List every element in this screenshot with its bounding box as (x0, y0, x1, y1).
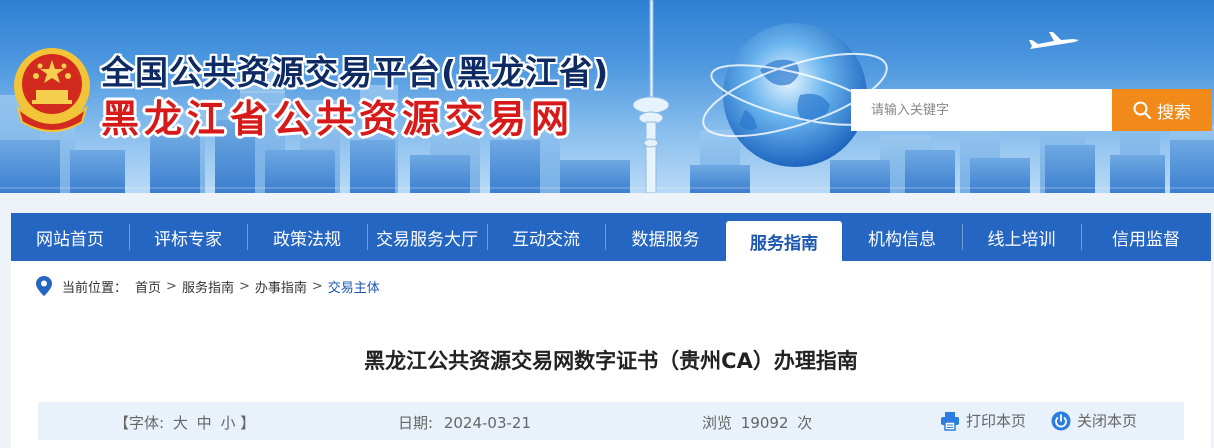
nav-item-interaction[interactable]: 互动交流 (487, 213, 605, 261)
views-value: 19092 (740, 414, 789, 432)
publish-date: 日期: 2024-03-21 (398, 412, 531, 433)
printer-icon (941, 411, 959, 431)
search-icon (1133, 101, 1151, 119)
breadcrumb-home[interactable]: 首页 (135, 277, 161, 296)
main-nav: 网站首页 评标专家 政策法规 交易服务大厅 互动交流 数据服务 服务指南 机构信… (11, 213, 1211, 261)
search-button-label: 搜索 (1157, 102, 1191, 123)
font-large-button[interactable]: 大 (173, 414, 188, 432)
breadcrumb-label: 当前位置： (62, 280, 128, 296)
breadcrumb-separator: > (238, 278, 250, 294)
header-banner: 全国公共资源交易平台(黑龙江省) 黑龙江省公共资源交易网 搜索 (0, 0, 1214, 193)
font-size-label: 【字体: (114, 414, 165, 432)
views-label: 浏览 (702, 414, 733, 432)
print-label: 打印本页 (966, 412, 1027, 430)
nav-item-service-guide[interactable]: 服务指南 (726, 221, 842, 261)
nav-item-credit-supervision[interactable]: 信用监督 (1081, 213, 1211, 261)
national-emblem-icon (14, 48, 90, 132)
font-size-end: 】 (240, 414, 256, 432)
view-count: 浏览 19092 次 (702, 412, 812, 433)
breadcrumb-service-guide[interactable]: 服务指南 (182, 277, 234, 296)
site-title: 黑龙江省公共资源交易网 (101, 97, 575, 141)
location-pin-icon (36, 276, 52, 296)
search-input[interactable] (851, 89, 1112, 131)
breadcrumb-separator: > (311, 278, 323, 294)
breadcrumb-current[interactable]: 交易主体 (328, 277, 380, 296)
nav-item-experts[interactable]: 评标专家 (129, 213, 247, 261)
platform-title: 全国公共资源交易平台(黑龙江省) (101, 53, 610, 92)
nav-item-data-service[interactable]: 数据服务 (605, 213, 726, 261)
article-info-bar: 【字体: 大 中 小 】 日期: 2024-03-21 浏览 19092 次 打… (38, 402, 1184, 440)
nav-item-policies[interactable]: 政策法规 (247, 213, 367, 261)
date-value: 2024-03-21 (443, 414, 532, 432)
close-page-label: 关闭本页 (1077, 412, 1138, 430)
close-page-button[interactable]: 关闭本页 (1051, 410, 1137, 431)
nav-item-service-hall[interactable]: 交易服务大厅 (367, 213, 487, 261)
date-label: 日期: (398, 414, 434, 432)
nav-item-institutions[interactable]: 机构信息 (842, 213, 962, 261)
views-unit: 次 (797, 414, 813, 432)
breadcrumb-separator: > (166, 278, 177, 294)
power-icon (1051, 411, 1071, 430)
breadcrumb: 当前位置： 首页 > 服务指南 > 办事指南 > 交易主体 (36, 276, 380, 296)
font-size-controls: 【字体: 大 中 小 】 (114, 412, 255, 433)
nav-item-online-training[interactable]: 线上培训 (962, 213, 1081, 261)
print-button[interactable]: 打印本页 (940, 410, 1026, 431)
breadcrumb-procedures[interactable]: 办事指南 (255, 277, 307, 296)
article-title: 黑龙江公共资源交易网数字证书（贵州CA）办理指南 (364, 349, 858, 373)
font-small-button[interactable]: 小 (220, 414, 235, 432)
search-button[interactable]: 搜索 (1112, 89, 1212, 131)
font-medium-button[interactable]: 中 (197, 414, 212, 432)
nav-item-home[interactable]: 网站首页 (11, 213, 129, 261)
